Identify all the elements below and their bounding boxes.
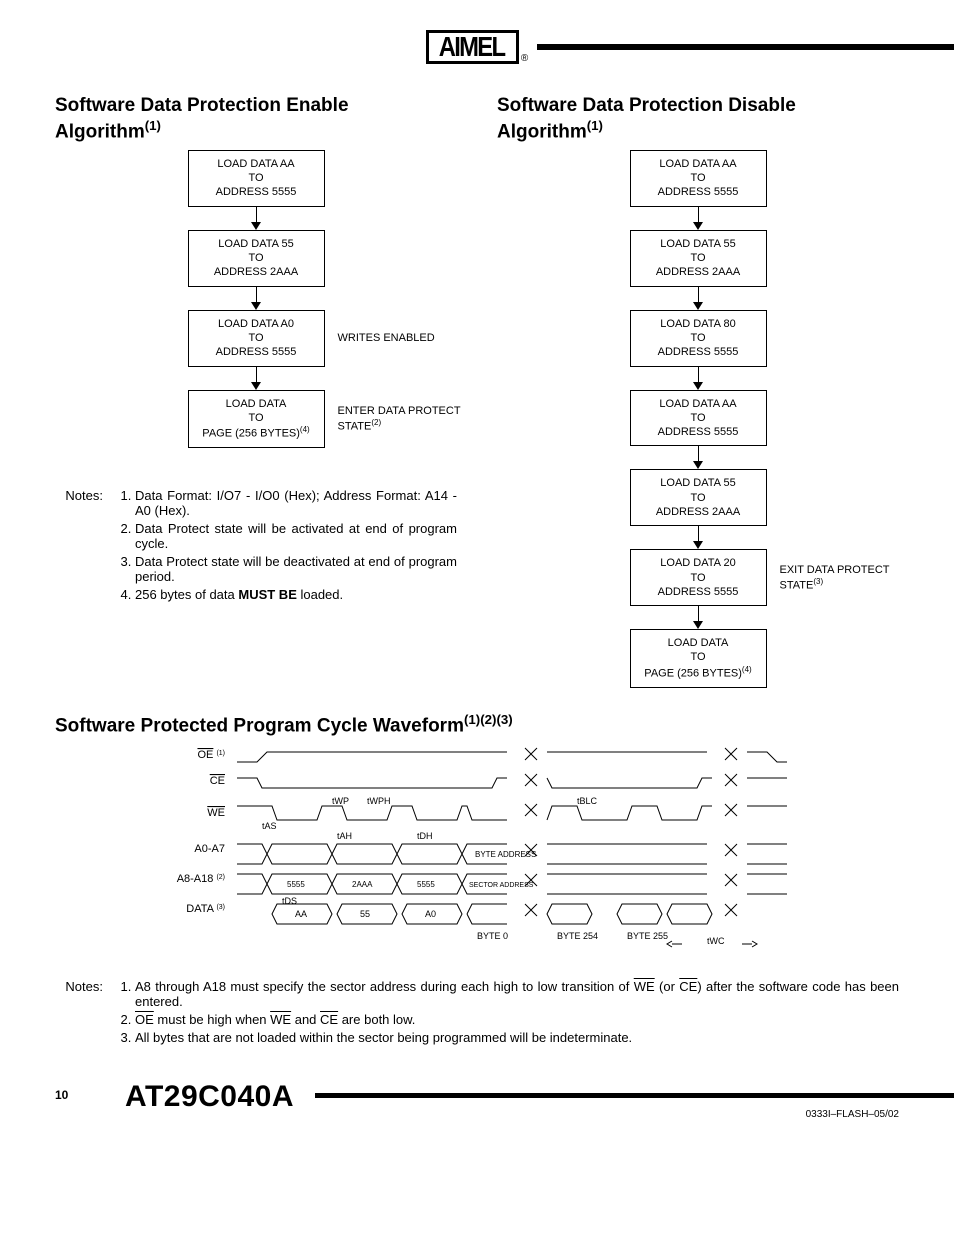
flow-arrow — [693, 446, 703, 469]
flow-arrow — [693, 287, 703, 310]
part-number: AT29C040A — [125, 1080, 294, 1114]
svg-text:A0-A7: A0-A7 — [194, 843, 225, 855]
flow-arrow — [693, 367, 703, 390]
note-item: Data Protect state will be deactivated a… — [135, 554, 457, 584]
note-item: A8 through A18 must specify the sector a… — [135, 979, 899, 1009]
document-id: 0333I–FLASH–05/02 — [806, 1109, 899, 1120]
enable-flowchart: LOAD DATA AATOADDRESS 5555 LOAD DATA 55TO… — [55, 150, 457, 448]
svg-text:5555: 5555 — [287, 880, 305, 889]
flow-step: LOAD DATA 55TOADDRESS 2AAA — [188, 230, 325, 287]
header-rule — [537, 44, 954, 50]
svg-text:DATA (3): DATA (3) — [186, 903, 225, 915]
flow-step: LOAD DATATOPAGE (256 BYTES)(4) — [188, 390, 325, 449]
svg-text:AA: AA — [295, 909, 307, 919]
svg-text:OE (1): OE (1) — [197, 749, 225, 761]
svg-text:BYTE 0: BYTE 0 — [477, 931, 508, 941]
svg-text:BYTE 255: BYTE 255 — [627, 931, 668, 941]
flow-arrow — [251, 287, 261, 310]
note-item: OE must be high when WE and CE are both … — [135, 1012, 899, 1027]
svg-text:2AAA: 2AAA — [352, 880, 373, 889]
svg-text:CE: CE — [210, 775, 225, 787]
disable-flowchart: LOAD DATA AATOADDRESS 5555 LOAD DATA 55TO… — [497, 150, 899, 688]
svg-text:tBLC: tBLC — [577, 796, 598, 806]
svg-text:SECTOR ADDRESS: SECTOR ADDRESS — [469, 882, 534, 889]
svg-text:tWC: tWC — [707, 936, 725, 946]
flow-arrow — [693, 207, 703, 230]
notes-block-2: Notes: A8 through A18 must specify the s… — [55, 979, 899, 1048]
page-footer: 10 AT29C040A 0333I–FLASH–05/02 — [55, 1068, 899, 1108]
note-item: Data Protect state will be activated at … — [135, 521, 457, 551]
flow-step: LOAD DATA AATOADDRESS 5555 — [630, 390, 767, 447]
registered-mark: ® — [521, 53, 528, 64]
note-item: All bytes that are not loaded within the… — [135, 1030, 899, 1045]
flow-step: LOAD DATA 55TOADDRESS 2AAA — [630, 230, 767, 287]
flow-arrow — [251, 207, 261, 230]
waveform-diagram: OE (1) CE WE tAS — [167, 744, 787, 959]
flow-side-label: EXIT DATA PROTECT STATE(3) — [780, 563, 930, 593]
flow-step: LOAD DATA A0TOADDRESS 5555 — [188, 310, 325, 367]
svg-text:tAS: tAS — [262, 821, 277, 831]
flow-side-label: WRITES ENABLED — [338, 331, 488, 345]
flow-step: LOAD DATA AATOADDRESS 5555 — [188, 150, 325, 207]
note-item: 256 bytes of data MUST BE loaded. — [135, 587, 457, 602]
flow-step: LOAD DATA 55TOADDRESS 2AAA — [630, 469, 767, 526]
svg-text:tAH: tAH — [337, 831, 352, 841]
enable-title: Software Data Protection Enable Algorith… — [55, 94, 457, 144]
notes-list-1: Data Format: I/O7 - I/O0 (Hex); Address … — [117, 488, 457, 605]
svg-text:5555: 5555 — [417, 880, 435, 889]
footer-rule — [315, 1093, 954, 1098]
flow-step: LOAD DATA 20TOADDRESS 5555 — [630, 549, 767, 606]
flow-step: LOAD DATATOPAGE (256 BYTES)(4) — [630, 629, 767, 688]
page-number: 10 — [55, 1088, 68, 1102]
page-header: AIMEL ® — [55, 30, 899, 64]
svg-text:WE: WE — [207, 807, 225, 819]
disable-title: Software Data Protection Disable Algorit… — [497, 94, 899, 144]
notes-block-1: Notes: Data Format: I/O7 - I/O0 (Hex); A… — [55, 488, 457, 605]
flow-side-label: ENTER DATA PROTECT STATE(2) — [338, 404, 488, 434]
svg-text:55: 55 — [360, 909, 370, 919]
flow-arrow — [693, 526, 703, 549]
svg-text:tWPH: tWPH — [367, 796, 391, 806]
svg-text:tDH: tDH — [417, 831, 433, 841]
svg-text:A8-A18 (2): A8-A18 (2) — [177, 873, 225, 885]
note-item: Data Format: I/O7 - I/O0 (Hex); Address … — [135, 488, 457, 518]
flow-arrow — [693, 606, 703, 629]
notes-list-2: A8 through A18 must specify the sector a… — [117, 979, 899, 1048]
waveform-title: Software Protected Program Cycle Wavefor… — [55, 712, 899, 738]
svg-text:BYTE 254: BYTE 254 — [557, 931, 598, 941]
svg-text:A0: A0 — [425, 909, 436, 919]
flow-step: LOAD DATA 80TOADDRESS 5555 — [630, 310, 767, 367]
notes-label-2: Notes: — [55, 979, 103, 1048]
flow-step: LOAD DATA AATOADDRESS 5555 — [630, 150, 767, 207]
notes-label: Notes: — [55, 488, 103, 605]
atmel-logo: AIMEL — [426, 30, 519, 64]
svg-text:tWP: tWP — [332, 796, 349, 806]
flow-arrow — [251, 367, 261, 390]
